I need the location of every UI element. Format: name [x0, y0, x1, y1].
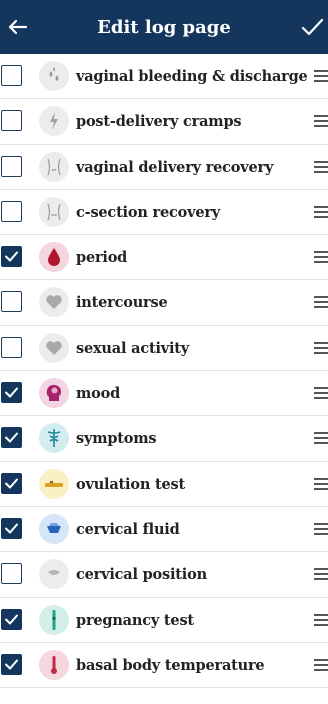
item-label: period: [76, 249, 128, 267]
fluid-gem-icon: [39, 513, 69, 544]
drag-handle-icon[interactable]: [314, 341, 328, 354]
item-label: symptoms: [76, 430, 157, 448]
item-checkbox[interactable]: [1, 653, 22, 675]
item-checkbox[interactable]: [1, 246, 22, 268]
item-checkbox[interactable]: [1, 382, 22, 404]
log-item-row[interactable]: sexual activity: [0, 326, 328, 372]
item-label: c-section recovery: [76, 203, 221, 221]
item-checkbox[interactable]: [1, 517, 22, 539]
log-item-row[interactable]: vaginal delivery recovery: [0, 145, 328, 190]
body-incision-icon: [39, 196, 69, 227]
log-item-row[interactable]: mood: [0, 371, 328, 417]
heart-icon: [39, 287, 69, 318]
drag-handle-icon[interactable]: [314, 70, 328, 82]
checkmark-icon: [5, 614, 18, 625]
app-header: Edit log page: [0, 0, 328, 54]
log-item-row[interactable]: c-section recovery: [0, 190, 328, 236]
drag-handle-icon[interactable]: [314, 613, 328, 626]
item-label: mood: [76, 385, 121, 403]
log-item-row[interactable]: period: [0, 235, 328, 281]
drag-handle-icon[interactable]: [314, 115, 328, 128]
cervix-icon: [39, 559, 69, 590]
drag-handle-icon[interactable]: [314, 205, 328, 218]
checkmark-icon: [5, 659, 18, 670]
item-checkbox[interactable]: [1, 110, 22, 132]
item-checkbox[interactable]: [1, 291, 22, 313]
log-item-row[interactable]: post-delivery cramps: [0, 99, 328, 145]
checkmark-icon: [5, 523, 18, 534]
drag-handle-icon[interactable]: [314, 658, 328, 671]
page-title: Edit log page: [97, 17, 231, 38]
log-items-list: vaginal bleeding & discharge post-deliver…: [0, 54, 328, 689]
item-label: sexual activity: [76, 339, 190, 357]
item-label: intercourse: [76, 294, 168, 312]
checkmark-icon: [301, 18, 324, 36]
drag-handle-icon[interactable]: [314, 160, 328, 173]
head-brain-icon: [39, 378, 69, 409]
drag-handle-icon[interactable]: [314, 432, 328, 445]
log-item-row[interactable]: cervical fluid: [0, 507, 328, 553]
checkmark-icon: [5, 387, 18, 398]
caduceus-icon: [39, 423, 69, 454]
log-item-row[interactable]: intercourse: [0, 280, 328, 326]
checkmark-icon: [5, 251, 18, 262]
blood-drop-icon: [39, 242, 69, 273]
item-checkbox[interactable]: [1, 427, 22, 449]
item-checkbox[interactable]: [1, 336, 22, 358]
item-label: cervical fluid: [76, 520, 180, 538]
drag-handle-icon[interactable]: [314, 477, 328, 490]
body-outline-icon: [39, 151, 69, 182]
item-checkbox[interactable]: [1, 65, 22, 86]
log-item-row[interactable]: pregnancy test: [0, 598, 328, 643]
log-item-row[interactable]: vaginal bleeding & discharge: [0, 54, 328, 100]
done-button[interactable]: [298, 13, 326, 41]
drag-handle-icon[interactable]: [314, 522, 328, 535]
drag-handle-icon[interactable]: [314, 387, 328, 400]
item-checkbox[interactable]: [1, 608, 22, 630]
test-stick-icon: [39, 604, 69, 635]
log-item-row[interactable]: basal body temperature: [0, 643, 328, 689]
lightning-icon: [39, 106, 69, 137]
test-strip-icon: [39, 468, 69, 499]
item-checkbox[interactable]: [1, 200, 22, 222]
item-label: cervical position: [76, 566, 207, 584]
drag-handle-icon[interactable]: [314, 251, 328, 264]
log-item-row[interactable]: ovulation test: [0, 462, 328, 507]
item-checkbox[interactable]: [1, 563, 22, 585]
checkmark-icon: [5, 478, 18, 489]
item-checkbox[interactable]: [1, 472, 22, 494]
drag-handle-icon[interactable]: [314, 568, 328, 581]
droplets-icon: [39, 61, 69, 91]
heart-icon: [39, 332, 69, 363]
item-checkbox[interactable]: [1, 155, 22, 177]
item-label: vaginal bleeding & discharge: [76, 68, 308, 85]
checkmark-icon: [5, 432, 18, 443]
item-label: pregnancy test: [76, 611, 194, 629]
thermometer-icon: [39, 649, 69, 680]
item-label: basal body temperature: [76, 656, 265, 674]
item-label: vaginal delivery recovery: [76, 158, 274, 176]
item-label: ovulation test: [76, 475, 185, 493]
log-item-row[interactable]: symptoms: [0, 416, 328, 462]
log-item-row[interactable]: cervical position: [0, 552, 328, 598]
item-label: post-delivery cramps: [76, 113, 242, 131]
drag-handle-icon[interactable]: [314, 296, 328, 309]
